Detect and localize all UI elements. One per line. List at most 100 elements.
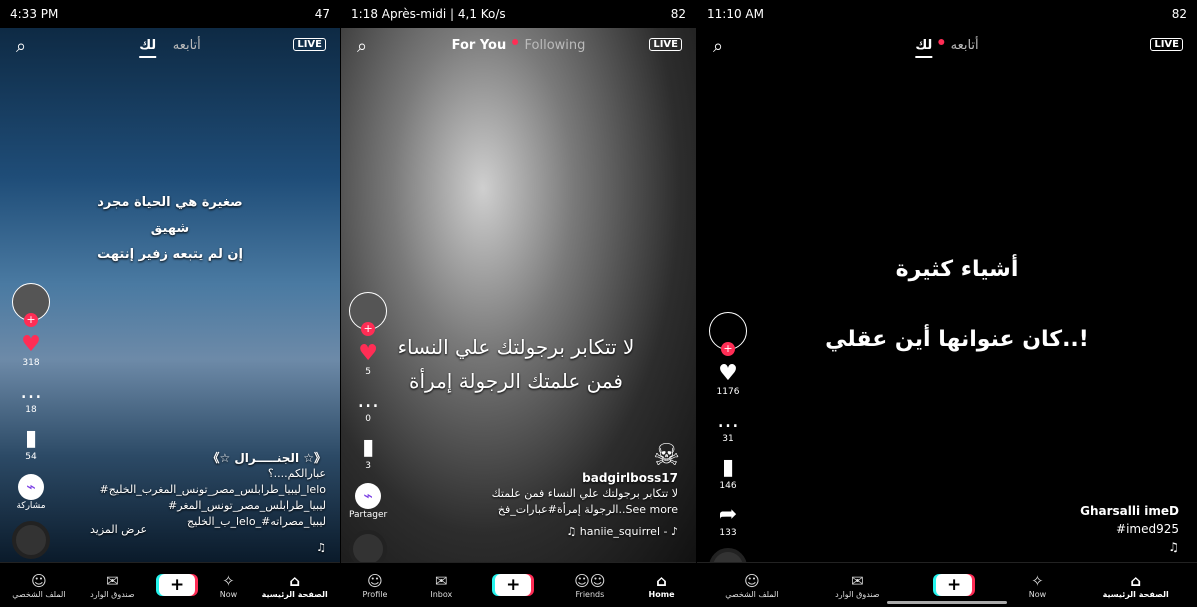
nav-now[interactable]: ✧ Now bbox=[220, 572, 237, 599]
live-button[interactable]: LIVE bbox=[293, 38, 326, 51]
nav-now[interactable]: ✧ Now bbox=[1029, 572, 1046, 599]
tab-for-you[interactable]: لك bbox=[139, 38, 157, 58]
music-disc-icon[interactable] bbox=[12, 521, 50, 559]
tab-for-you[interactable]: For You bbox=[452, 38, 507, 53]
bookmark-icon[interactable]: ▮ bbox=[722, 456, 734, 480]
music-note-icon: ♫ bbox=[1168, 540, 1179, 554]
inbox-icon: ✉ bbox=[851, 571, 864, 590]
see-more-link[interactable]: عرض المزيد bbox=[90, 522, 147, 538]
share-arrow-icon[interactable]: ➦ bbox=[719, 503, 737, 527]
heart-icon[interactable]: ♥ bbox=[718, 362, 738, 386]
person-icon: ☺ bbox=[744, 571, 760, 590]
bookmark-icon[interactable]: ▮ bbox=[25, 427, 37, 451]
tiktok-screen-3: 11:10 AM 82 ⌕ أتابعه لك LIVE أشياء كثيرة… bbox=[697, 0, 1197, 607]
comment-count: 0 bbox=[365, 414, 371, 424]
creator-username[interactable]: 《☆ الجنـــــرال ☆》 bbox=[66, 450, 326, 466]
create-button[interactable]: + bbox=[495, 574, 532, 596]
bottom-nav: ☺ الملف الشخصي ✉ صندوق الوارد + ✧ Now ⌂ الصف… bbox=[0, 562, 340, 607]
overlay-line-1: صغيرة هي الحياة مجرد شهيق bbox=[97, 195, 243, 236]
live-button[interactable]: LIVE bbox=[1150, 38, 1183, 51]
follow-plus-icon[interactable]: + bbox=[721, 342, 735, 356]
creator-avatar[interactable]: + bbox=[12, 283, 50, 327]
bottom-nav: ☺ Profile ✉ Inbox + ☺☺ Friends ⌂ Home bbox=[341, 562, 696, 607]
tab-following[interactable]: أتابعه bbox=[173, 38, 201, 53]
music-note-icon: ♫ bbox=[566, 525, 580, 538]
caption-line-2[interactable]: الرجولة إمرأة#عبارات_فخ..See more bbox=[408, 502, 678, 518]
comment-icon[interactable]: … bbox=[717, 409, 739, 433]
feed-tabs: أتابعه لك bbox=[915, 38, 979, 58]
now-icon: ✧ bbox=[222, 571, 235, 590]
nav-inbox[interactable]: ✉ صندوق الوارد bbox=[90, 572, 134, 599]
share-count: 133 bbox=[719, 528, 737, 538]
battery-level: 47 bbox=[314, 7, 330, 21]
heart-icon[interactable]: ♥ bbox=[358, 342, 378, 366]
video-caption: 《☆ الجنـــــرال ☆》 عبارالكم....؟ #ليبيا_… bbox=[66, 450, 326, 530]
home-icon: ⌂ bbox=[289, 571, 301, 590]
top-bar: ⌕ أتابعه لك LIVE bbox=[0, 34, 340, 62]
follow-plus-icon[interactable]: + bbox=[361, 322, 376, 336]
sound-name[interactable]: ♫ haniie_squirrel - ♪ bbox=[408, 524, 678, 540]
video-caption: badgirlboss17 لا تتكابر برجولتك علي النس… bbox=[408, 470, 678, 540]
create-button[interactable]: + bbox=[936, 574, 973, 596]
overlay-line-2: إن لم يتبعه زفير إنتهت bbox=[97, 247, 243, 262]
comment-icon[interactable]: … bbox=[357, 389, 379, 413]
tiktok-screen-1: 4:33 PM 47 ⌕ أتابعه لك LIVE صغيرة هي الح… bbox=[0, 0, 340, 607]
nav-home[interactable]: ⌂ Home bbox=[649, 572, 675, 599]
battery-level: 82 bbox=[670, 7, 686, 21]
caption-line-1: عبارالكم....؟ bbox=[267, 467, 326, 480]
feed-tabs: For You Following bbox=[452, 38, 586, 53]
caption-line-1: لا تتكابر برجولتك علي النساء فمن علمتك bbox=[491, 487, 678, 500]
video-text-overlay: أشياء كثيرة كان عنوانها أين عقلي..! bbox=[757, 250, 1157, 360]
battery-level: 82 bbox=[1171, 7, 1187, 21]
messenger-icon[interactable]: ⌁ bbox=[18, 474, 44, 500]
video-text-overlay: لا تتكابر برجولتك علي النساء فمن علمتك ا… bbox=[351, 330, 681, 398]
search-icon[interactable]: ⌕ bbox=[16, 36, 26, 57]
gesture-bar[interactable] bbox=[887, 601, 1007, 604]
feed-tabs: أتابعه لك bbox=[139, 38, 201, 58]
video-caption: Gharsalli imeD #imed925 ♫ bbox=[979, 502, 1179, 556]
creator-avatar[interactable]: + bbox=[709, 312, 747, 356]
nav-home[interactable]: ⌂ الصفحة الرئيسية bbox=[262, 572, 328, 599]
comment-count: 18 bbox=[25, 405, 37, 415]
search-icon[interactable]: ⌕ bbox=[713, 36, 723, 57]
search-icon[interactable]: ⌕ bbox=[357, 36, 367, 57]
nav-profile[interactable]: ☺ الملف الشخصي bbox=[12, 572, 65, 599]
home-icon: ⌂ bbox=[1130, 571, 1142, 590]
person-icon: ☺ bbox=[367, 571, 383, 590]
tab-following[interactable]: أتابعه bbox=[951, 38, 979, 53]
person-icon: ☺ bbox=[31, 571, 47, 590]
bookmark-icon[interactable]: ▮ bbox=[362, 436, 374, 460]
nav-home[interactable]: ⌂ الصفحة الرئيسية bbox=[1103, 572, 1169, 599]
status-bar: 4:33 PM 47 bbox=[0, 0, 340, 28]
top-bar: ⌕ أتابعه لك LIVE bbox=[697, 34, 1197, 62]
caption-hashtag[interactable]: #imed925 bbox=[979, 520, 1179, 538]
creator-username[interactable]: badgirlboss17 bbox=[408, 470, 678, 486]
share-label: مشاركة bbox=[16, 501, 46, 511]
nav-inbox[interactable]: ✉ Inbox bbox=[430, 572, 452, 599]
heart-icon[interactable]: ♥ bbox=[21, 333, 41, 357]
home-icon: ⌂ bbox=[656, 571, 667, 590]
comment-icon[interactable]: … bbox=[20, 380, 42, 404]
like-count: 1176 bbox=[716, 387, 740, 397]
notification-dot bbox=[512, 39, 519, 45]
creator-username[interactable]: Gharsalli imeD bbox=[979, 502, 1179, 520]
status-time: 1:18 Après-midi | 4,1 Ko/s bbox=[351, 7, 506, 21]
follow-plus-icon[interactable]: + bbox=[24, 313, 38, 327]
messenger-icon[interactable]: ⌁ bbox=[355, 483, 382, 509]
now-icon: ✧ bbox=[1031, 571, 1044, 590]
tab-following[interactable]: Following bbox=[525, 38, 586, 53]
creator-avatar[interactable]: + bbox=[349, 292, 388, 336]
nav-friends[interactable]: ☺☺ Friends bbox=[574, 572, 605, 599]
caption-line-2: #ليبيا_طرابلس_مصر_تونس_المغرب_الخليج_lel… bbox=[99, 483, 326, 496]
music-note-icon: ♫ bbox=[316, 541, 326, 554]
nav-profile[interactable]: ☺ الملف الشخصي bbox=[725, 572, 778, 599]
inbox-icon: ✉ bbox=[435, 571, 448, 590]
tab-for-you[interactable]: لك bbox=[915, 38, 933, 58]
save-count: 146 bbox=[719, 481, 737, 491]
create-button[interactable]: + bbox=[159, 574, 196, 596]
live-button[interactable]: LIVE bbox=[649, 38, 682, 51]
overlay-line-2: فمن علمتك الرجولة إمرأة bbox=[409, 369, 623, 393]
friends-icon: ☺☺ bbox=[574, 571, 606, 590]
nav-profile[interactable]: ☺ Profile bbox=[363, 572, 388, 599]
nav-inbox[interactable]: ✉ صندوق الوارد bbox=[835, 572, 879, 599]
